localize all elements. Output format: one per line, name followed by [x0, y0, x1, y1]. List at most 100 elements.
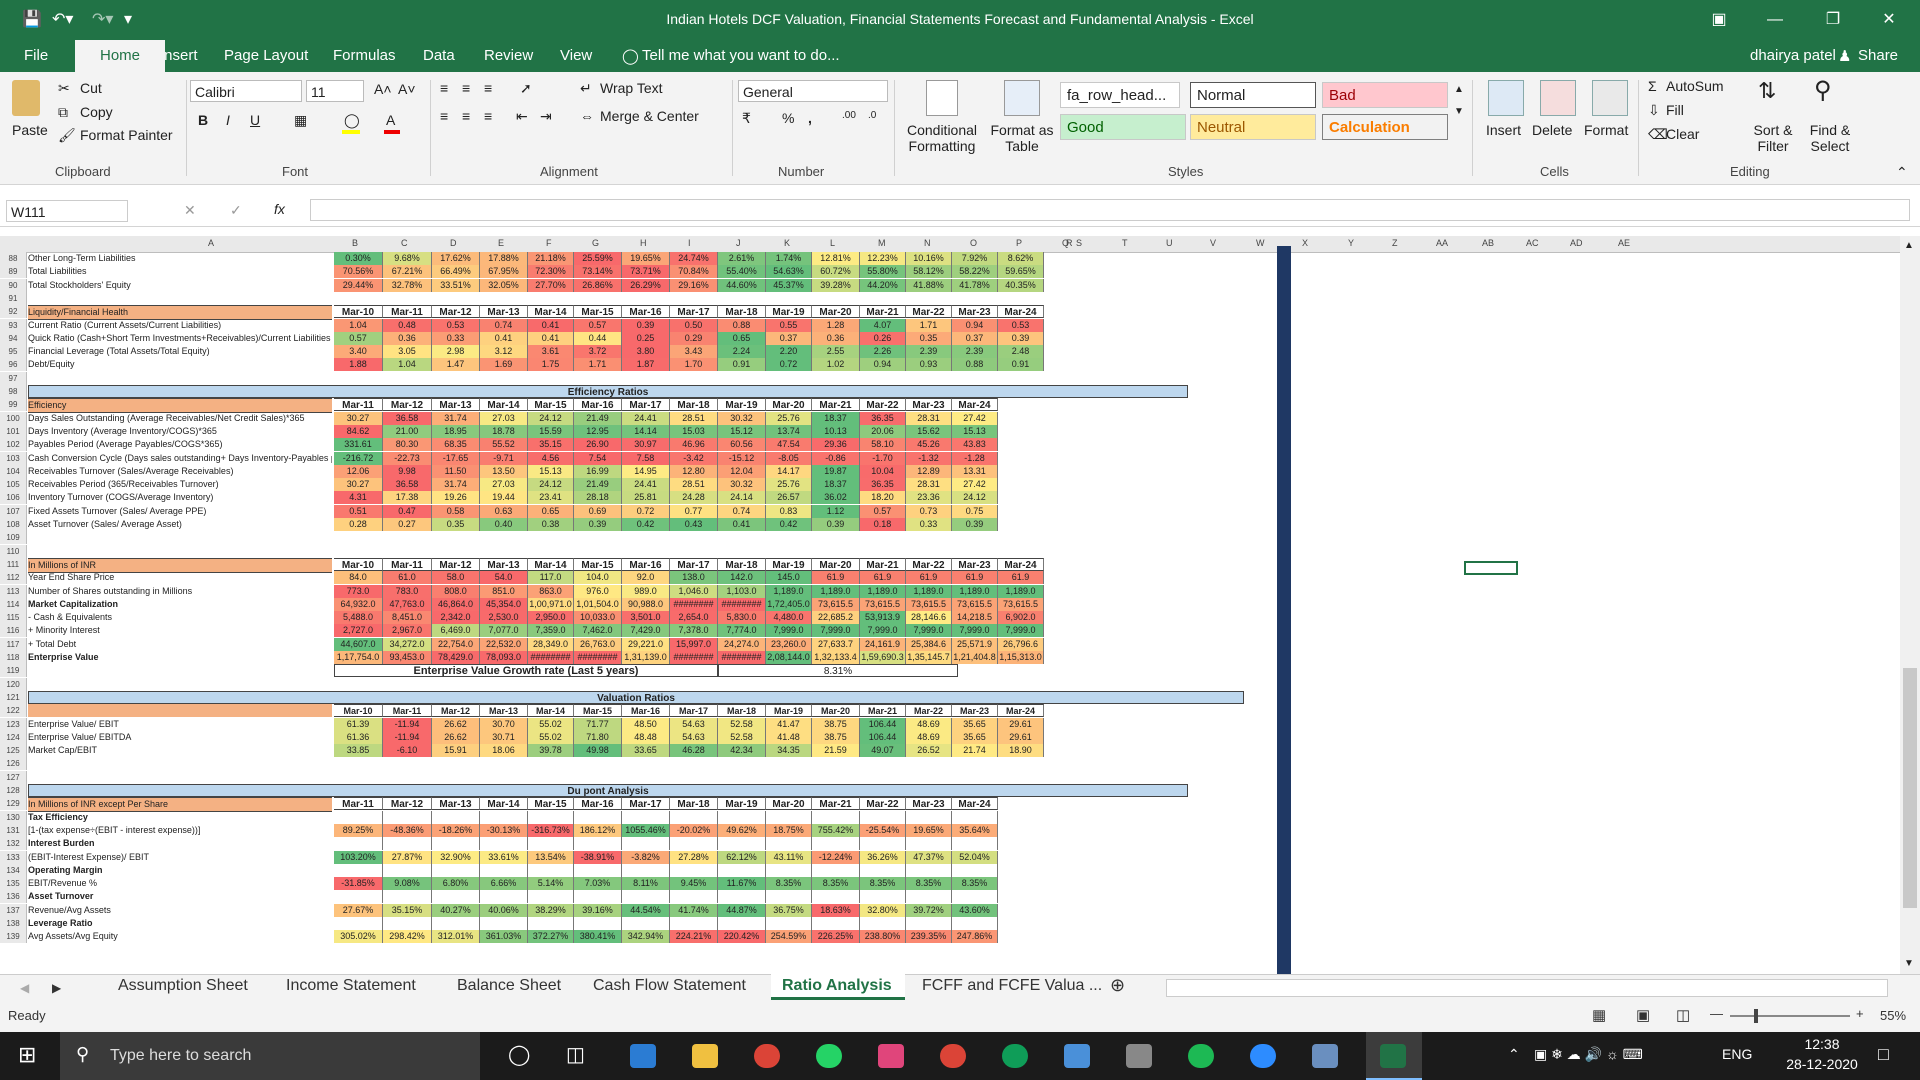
cell[interactable]: 7.58 [622, 452, 670, 465]
autosum-button[interactable]: AutoSum [1666, 78, 1724, 94]
cell[interactable]: 48.50 [622, 718, 670, 731]
cell[interactable]: Mar-16 [622, 558, 670, 571]
cell[interactable]: 0.36 [383, 332, 432, 345]
cell[interactable] [622, 864, 670, 877]
app-icon[interactable] [878, 1044, 904, 1068]
cell[interactable]: 0.65 [718, 332, 766, 345]
cell[interactable]: ######## [670, 598, 718, 611]
tray-chevron-icon[interactable]: ⌃ [1508, 1046, 1520, 1063]
cell[interactable]: 1,72,405.0 [766, 598, 812, 611]
row-header[interactable]: 104 [0, 465, 27, 478]
cell[interactable]: 33.61% [480, 851, 528, 864]
cell[interactable]: 27.03 [480, 412, 528, 425]
number-format-select[interactable]: General [738, 80, 888, 102]
row-label[interactable]: Enterprise Value/ EBIT [28, 718, 332, 731]
cell[interactable]: Mar-20 [812, 305, 860, 318]
cell[interactable]: 10.13 [812, 425, 860, 438]
cell[interactable]: 2.39 [952, 345, 998, 358]
cell[interactable]: 1.12 [812, 505, 860, 518]
cell[interactable] [766, 811, 812, 824]
cell[interactable]: 7,429.0 [622, 624, 670, 637]
cut-button[interactable]: Cut [80, 80, 102, 96]
cell[interactable]: -38.91% [574, 851, 622, 864]
cell[interactable]: Mar-10 [334, 305, 383, 318]
cell[interactable]: 0.93 [906, 358, 952, 371]
cell[interactable]: 15.59 [528, 425, 574, 438]
ribbon-display-icon[interactable]: ▣ [1696, 6, 1742, 34]
cell[interactable]: 47.54 [766, 438, 812, 451]
font-size-select[interactable]: 11 [306, 80, 364, 102]
cell[interactable]: 0.51 [334, 505, 383, 518]
row-label[interactable]: Market Capitalization [28, 598, 332, 611]
cell[interactable]: 117.0 [528, 571, 574, 584]
cell[interactable]: Mar-18 [718, 558, 766, 571]
row-header[interactable]: 96 [0, 358, 27, 371]
row-label[interactable]: Days Sales Outstanding (Average Receivab… [28, 412, 332, 425]
cell[interactable]: 2,342.0 [432, 611, 480, 624]
row-header[interactable]: 119 [0, 664, 27, 677]
cell[interactable]: Mar-21 [860, 704, 906, 717]
cell[interactable]: 25.76 [766, 478, 812, 491]
cell[interactable]: 3.43 [670, 345, 718, 358]
cell[interactable]: 1,00,971.0 [528, 598, 574, 611]
cell[interactable]: 773.0 [334, 585, 383, 598]
paste-icon[interactable] [12, 80, 40, 116]
new-sheet-icon[interactable]: ⊕ [1110, 975, 1125, 996]
cell[interactable] [383, 864, 432, 877]
cell[interactable]: 15.03 [670, 425, 718, 438]
scroll-up-icon[interactable]: ▲ [1904, 240, 1914, 251]
cell[interactable] [480, 837, 528, 850]
minimize-button[interactable]: — [1752, 6, 1798, 34]
cell[interactable]: 1,32,133.4 [812, 651, 860, 664]
conditional-formatting-icon[interactable] [926, 80, 958, 116]
row-label[interactable]: EBIT/Revenue % [28, 877, 332, 890]
cell[interactable] [906, 864, 952, 877]
cell[interactable]: ######## [718, 651, 766, 664]
row-header[interactable]: 131 [0, 824, 27, 837]
cell[interactable]: 59.65% [998, 265, 1044, 278]
row-header[interactable]: 134 [0, 864, 27, 877]
cell[interactable] [812, 890, 860, 903]
cell[interactable]: 0.35 [432, 518, 480, 531]
cell[interactable]: 23.41 [528, 491, 574, 504]
cell[interactable]: 342.94% [622, 930, 670, 943]
cortana-icon[interactable]: ◯ [508, 1042, 530, 1067]
cell[interactable]: 36.35 [860, 478, 906, 491]
sheet-tab-balance[interactable]: Balance Sheet [457, 977, 561, 995]
column-header-t[interactable]: T [1122, 238, 1128, 248]
cell[interactable]: Mar-17 [622, 797, 670, 810]
column-header-ad[interactable]: AD [1570, 238, 1583, 248]
cell[interactable]: 26.29% [622, 279, 670, 292]
cell[interactable]: 1.02 [812, 358, 860, 371]
cell[interactable]: 5,488.0 [334, 611, 383, 624]
cell[interactable]: 0.42 [766, 518, 812, 531]
cell[interactable] [334, 890, 383, 903]
cell[interactable]: 15.13 [528, 465, 574, 478]
cell[interactable]: 220.42% [718, 930, 766, 943]
increase-decimal-icon[interactable]: .00 [842, 110, 856, 121]
column-header-v[interactable]: V [1210, 238, 1216, 248]
cell[interactable]: 1,15,313.0 [998, 651, 1044, 664]
cell[interactable]: 24.41 [622, 412, 670, 425]
column-header-z[interactable]: Z [1392, 238, 1398, 248]
cell[interactable]: 73,615.5 [906, 598, 952, 611]
cell[interactable]: 0.41 [480, 332, 528, 345]
share-icon[interactable]: ♟ [1838, 47, 1851, 65]
style-normal[interactable]: Normal [1190, 82, 1316, 108]
conditional-formatting-button[interactable]: Conditional Formatting [902, 122, 982, 154]
style-good[interactable]: Good [1060, 114, 1186, 140]
row-label[interactable]: Revenue/Avg Assets [28, 904, 332, 917]
cell[interactable]: 28,349.0 [528, 638, 574, 651]
cell[interactable] [718, 917, 766, 930]
zoom-slider[interactable] [1730, 1015, 1850, 1017]
cell[interactable]: 24.12 [952, 491, 998, 504]
cell[interactable]: 4.07 [860, 319, 906, 332]
cell[interactable]: 84.62 [334, 425, 383, 438]
cell[interactable]: 47.37% [906, 851, 952, 864]
cell[interactable]: 17.62% [432, 252, 480, 265]
cell[interactable]: 1,189.0 [766, 585, 812, 598]
cell[interactable]: 12.04 [718, 465, 766, 478]
align-left-icon[interactable]: ≡ [440, 108, 448, 124]
cell[interactable]: 55.02 [528, 731, 574, 744]
cell[interactable]: 331.61 [334, 438, 383, 451]
